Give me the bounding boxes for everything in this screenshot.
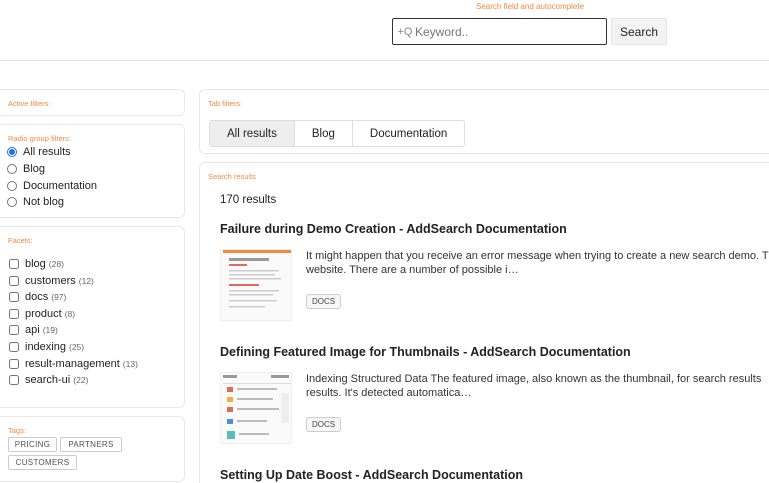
active-filters-panel: Active filters: xyxy=(0,89,185,116)
facets-panel: Facets: blog (28) customers (12) docs (9… xyxy=(0,226,185,408)
radio-input[interactable] xyxy=(7,164,17,174)
radio-filters-panel: Radio group filters: All results Blog Do… xyxy=(0,124,185,218)
facet-label: api xyxy=(25,324,40,336)
facet-count: (19) xyxy=(42,325,58,335)
facet-label: result-management xyxy=(25,358,120,370)
radio-label: Documentation xyxy=(23,180,97,192)
facet-checkbox[interactable] xyxy=(9,292,19,302)
facet-count: (28) xyxy=(48,259,64,269)
tags-caption: Tags: xyxy=(8,426,26,435)
facet-search-ui[interactable]: search-ui (22) xyxy=(9,374,88,386)
result-snippet: It might happen that you receive an erro… xyxy=(306,250,769,276)
search-box[interactable]: +Q xyxy=(392,18,607,45)
facets-caption: Facets: xyxy=(8,236,33,245)
tab-bar: All results Blog Documentation xyxy=(209,120,466,147)
tab-blog[interactable]: Blog xyxy=(294,121,353,146)
facet-count: (13) xyxy=(122,359,138,369)
facet-label: blog xyxy=(25,258,46,270)
result-badge[interactable]: DOCS xyxy=(306,417,342,432)
result-title[interactable]: Failure during Demo Creation - AddSearch… xyxy=(220,222,567,236)
facet-count: (25) xyxy=(68,342,85,352)
facet-count: (22) xyxy=(73,375,89,385)
facet-label: docs xyxy=(25,291,49,303)
thumbnail-image xyxy=(221,250,291,320)
facet-checkbox[interactable] xyxy=(9,325,19,335)
result-thumbnail[interactable] xyxy=(220,372,292,444)
facet-label: product xyxy=(25,308,62,320)
search-results-panel: Search results 170 results Failure durin… xyxy=(199,162,769,483)
facet-docs[interactable]: docs (97) xyxy=(9,291,66,303)
radio-option-not-blog[interactable]: Not blog xyxy=(7,196,64,208)
tag-customers[interactable]: CUSTOMERS xyxy=(8,455,77,470)
search-caption: Search field and autocomplete xyxy=(476,2,585,11)
facet-result-management[interactable]: result-management (13) xyxy=(9,358,138,370)
facet-checkbox[interactable] xyxy=(9,276,19,286)
radio-input[interactable] xyxy=(7,147,17,157)
results-count: 170 results xyxy=(220,194,277,206)
facet-label: customers xyxy=(25,275,76,287)
radio-filters-caption: Radio group filters: xyxy=(8,134,71,143)
result-thumbnail[interactable] xyxy=(220,249,292,321)
facet-checkbox[interactable] xyxy=(9,375,19,385)
facet-api[interactable]: api (19) xyxy=(9,324,58,336)
radio-option-all-results[interactable]: All results xyxy=(7,146,71,158)
radio-input[interactable] xyxy=(7,181,17,191)
facet-count: (8) xyxy=(64,309,76,319)
radio-label: All results xyxy=(23,146,71,158)
tags-panel: Tags: PRICING PARTNERS CUSTOMERS xyxy=(0,416,185,482)
radio-option-documentation[interactable]: Documentation xyxy=(7,180,97,192)
radio-label: Not blog xyxy=(23,196,64,208)
facet-customers[interactable]: customers (12) xyxy=(9,275,94,287)
radio-label: Blog xyxy=(23,163,46,175)
facet-checkbox[interactable] xyxy=(9,309,19,319)
tab-filters-panel: Tab filters: All results Blog Documentat… xyxy=(199,89,769,154)
facet-count: (97) xyxy=(51,292,67,302)
facet-label: indexing xyxy=(25,341,66,353)
tab-all-results[interactable]: All results xyxy=(210,121,295,146)
result-title[interactable]: Defining Featured Image for Thumbnails -… xyxy=(220,345,631,359)
thumbnail-image xyxy=(221,373,291,443)
search-icon: +Q xyxy=(397,25,413,38)
header: Search field and autocomplete +Q Search xyxy=(0,0,769,61)
facet-checkbox[interactable] xyxy=(9,359,19,369)
search-input[interactable] xyxy=(415,24,600,39)
tag-pricing[interactable]: PRICING xyxy=(8,437,57,452)
tab-documentation[interactable]: Documentation xyxy=(352,121,465,146)
search-results-caption: Search results xyxy=(208,172,256,181)
tag-partners[interactable]: PARTNERS xyxy=(60,437,122,452)
search-button[interactable]: Search xyxy=(611,18,667,45)
facet-count: (12) xyxy=(78,276,94,286)
result-snippet: Indexing Structured Data The featured im… xyxy=(306,373,762,399)
radio-input[interactable] xyxy=(7,197,17,207)
radio-option-blog[interactable]: Blog xyxy=(7,163,45,175)
result-title[interactable]: Setting Up Date Boost - AddSearch Docume… xyxy=(220,468,523,482)
facet-product[interactable]: product (8) xyxy=(9,308,75,320)
facet-label: search-ui xyxy=(25,374,71,386)
facet-checkbox[interactable] xyxy=(9,342,19,352)
active-filters-caption: Active filters: xyxy=(8,99,51,108)
facet-indexing[interactable]: indexing (25) xyxy=(9,341,84,353)
tab-filters-caption: Tab filters: xyxy=(208,99,243,108)
result-badge[interactable]: DOCS xyxy=(306,294,342,309)
facet-checkbox[interactable] xyxy=(9,259,19,269)
facet-blog[interactable]: blog (28) xyxy=(9,258,64,270)
